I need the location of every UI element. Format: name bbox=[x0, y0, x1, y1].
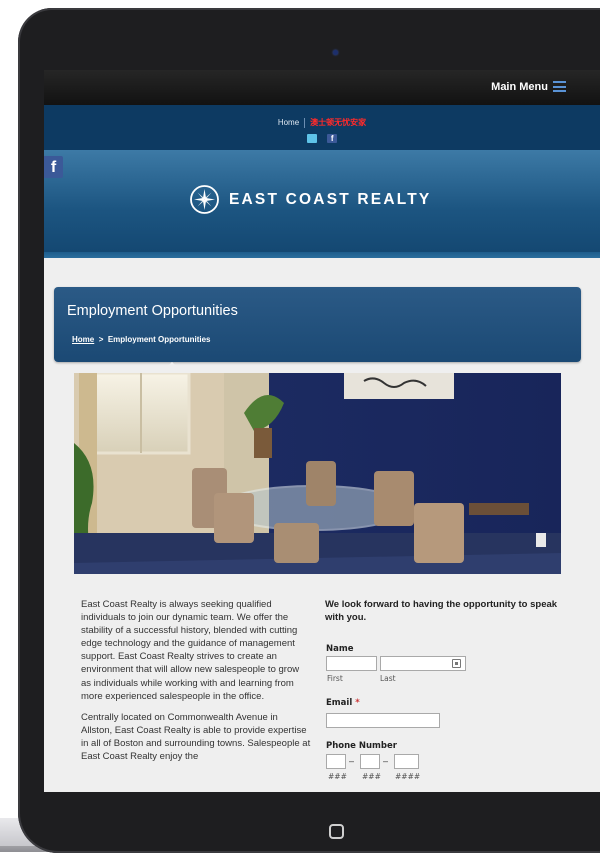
phone-label: Phone Number bbox=[326, 741, 397, 751]
mail-icon[interactable] bbox=[306, 134, 317, 143]
brand-name: EAST COAST REALTY bbox=[229, 190, 432, 208]
breadcrumb-caret bbox=[167, 362, 177, 367]
intro-paragraph-1: East Coast Realty is always seeking qual… bbox=[81, 599, 300, 702]
email-input[interactable] bbox=[326, 713, 440, 728]
name-label: Name bbox=[326, 644, 354, 654]
email-label: Email * bbox=[326, 698, 360, 708]
nav-divider bbox=[304, 117, 306, 128]
nav-home-link[interactable]: Home bbox=[278, 118, 299, 127]
facebook-icon[interactable]: f bbox=[44, 156, 63, 178]
home-button-icon[interactable] bbox=[329, 824, 344, 839]
page-title: Employment Opportunities bbox=[67, 303, 238, 319]
last-name-input[interactable] bbox=[380, 656, 466, 671]
website-screen: Main Menu Home 澳士顿无忧安家 f f EAST COAST RE… bbox=[44, 70, 600, 792]
breadcrumb-current: Employment Opportunities bbox=[107, 335, 211, 344]
phone-prefix-input[interactable] bbox=[360, 754, 380, 769]
required-mark: * bbox=[355, 698, 360, 708]
nav-chinese-link[interactable]: 澳士顿无忧安家 bbox=[310, 118, 366, 127]
phone-dash-1: – bbox=[349, 756, 355, 766]
last-sublabel: Last bbox=[380, 674, 396, 683]
form-intro: We look forward to having the opportunit… bbox=[325, 599, 558, 623]
phone-line-input[interactable] bbox=[394, 754, 419, 769]
contact-form: We look forward to having the opportunit… bbox=[325, 598, 570, 781]
top-bar: Main Menu bbox=[44, 70, 600, 105]
email-label-text: Email bbox=[326, 698, 353, 708]
breadcrumb: Home > Employment Opportunities bbox=[72, 335, 210, 344]
facebook-icon[interactable]: f bbox=[327, 134, 338, 143]
menu-icon[interactable] bbox=[553, 81, 566, 92]
phone-area-hint: ### bbox=[328, 772, 347, 781]
site-logo[interactable]: EAST COAST REALTY bbox=[189, 184, 431, 215]
page-title-box: Employment Opportunities Home > Employme… bbox=[54, 287, 581, 367]
header-banner: f EAST COAST REALTY bbox=[44, 150, 600, 258]
breadcrumb-separator: > bbox=[98, 335, 104, 344]
breadcrumb-home-link[interactable]: Home bbox=[72, 335, 94, 344]
phone-line-hint: #### bbox=[395, 772, 421, 781]
office-photo bbox=[74, 373, 561, 574]
phone-area-input[interactable] bbox=[326, 754, 346, 769]
main-menu-label[interactable]: Main Menu bbox=[491, 81, 548, 93]
first-name-input[interactable] bbox=[326, 656, 377, 671]
device-mockup: Main Menu Home 澳士顿无忧安家 f f EAST COAST RE… bbox=[0, 0, 600, 853]
secondary-nav: Home 澳士顿无忧安家 f bbox=[44, 105, 600, 150]
phone-dash-2: – bbox=[383, 756, 389, 766]
camera-icon bbox=[333, 50, 338, 55]
intro-text: East Coast Realty is always seeking qual… bbox=[81, 598, 311, 771]
intro-paragraph-2: Centrally located on Commonwealth Avenue… bbox=[81, 711, 311, 763]
phone-prefix-hint: ### bbox=[362, 772, 381, 781]
first-sublabel: First bbox=[327, 674, 343, 683]
contact-card-icon bbox=[452, 659, 461, 668]
nav-links: Home 澳士顿无忧安家 bbox=[44, 117, 600, 128]
logo-compass-icon bbox=[189, 184, 220, 215]
